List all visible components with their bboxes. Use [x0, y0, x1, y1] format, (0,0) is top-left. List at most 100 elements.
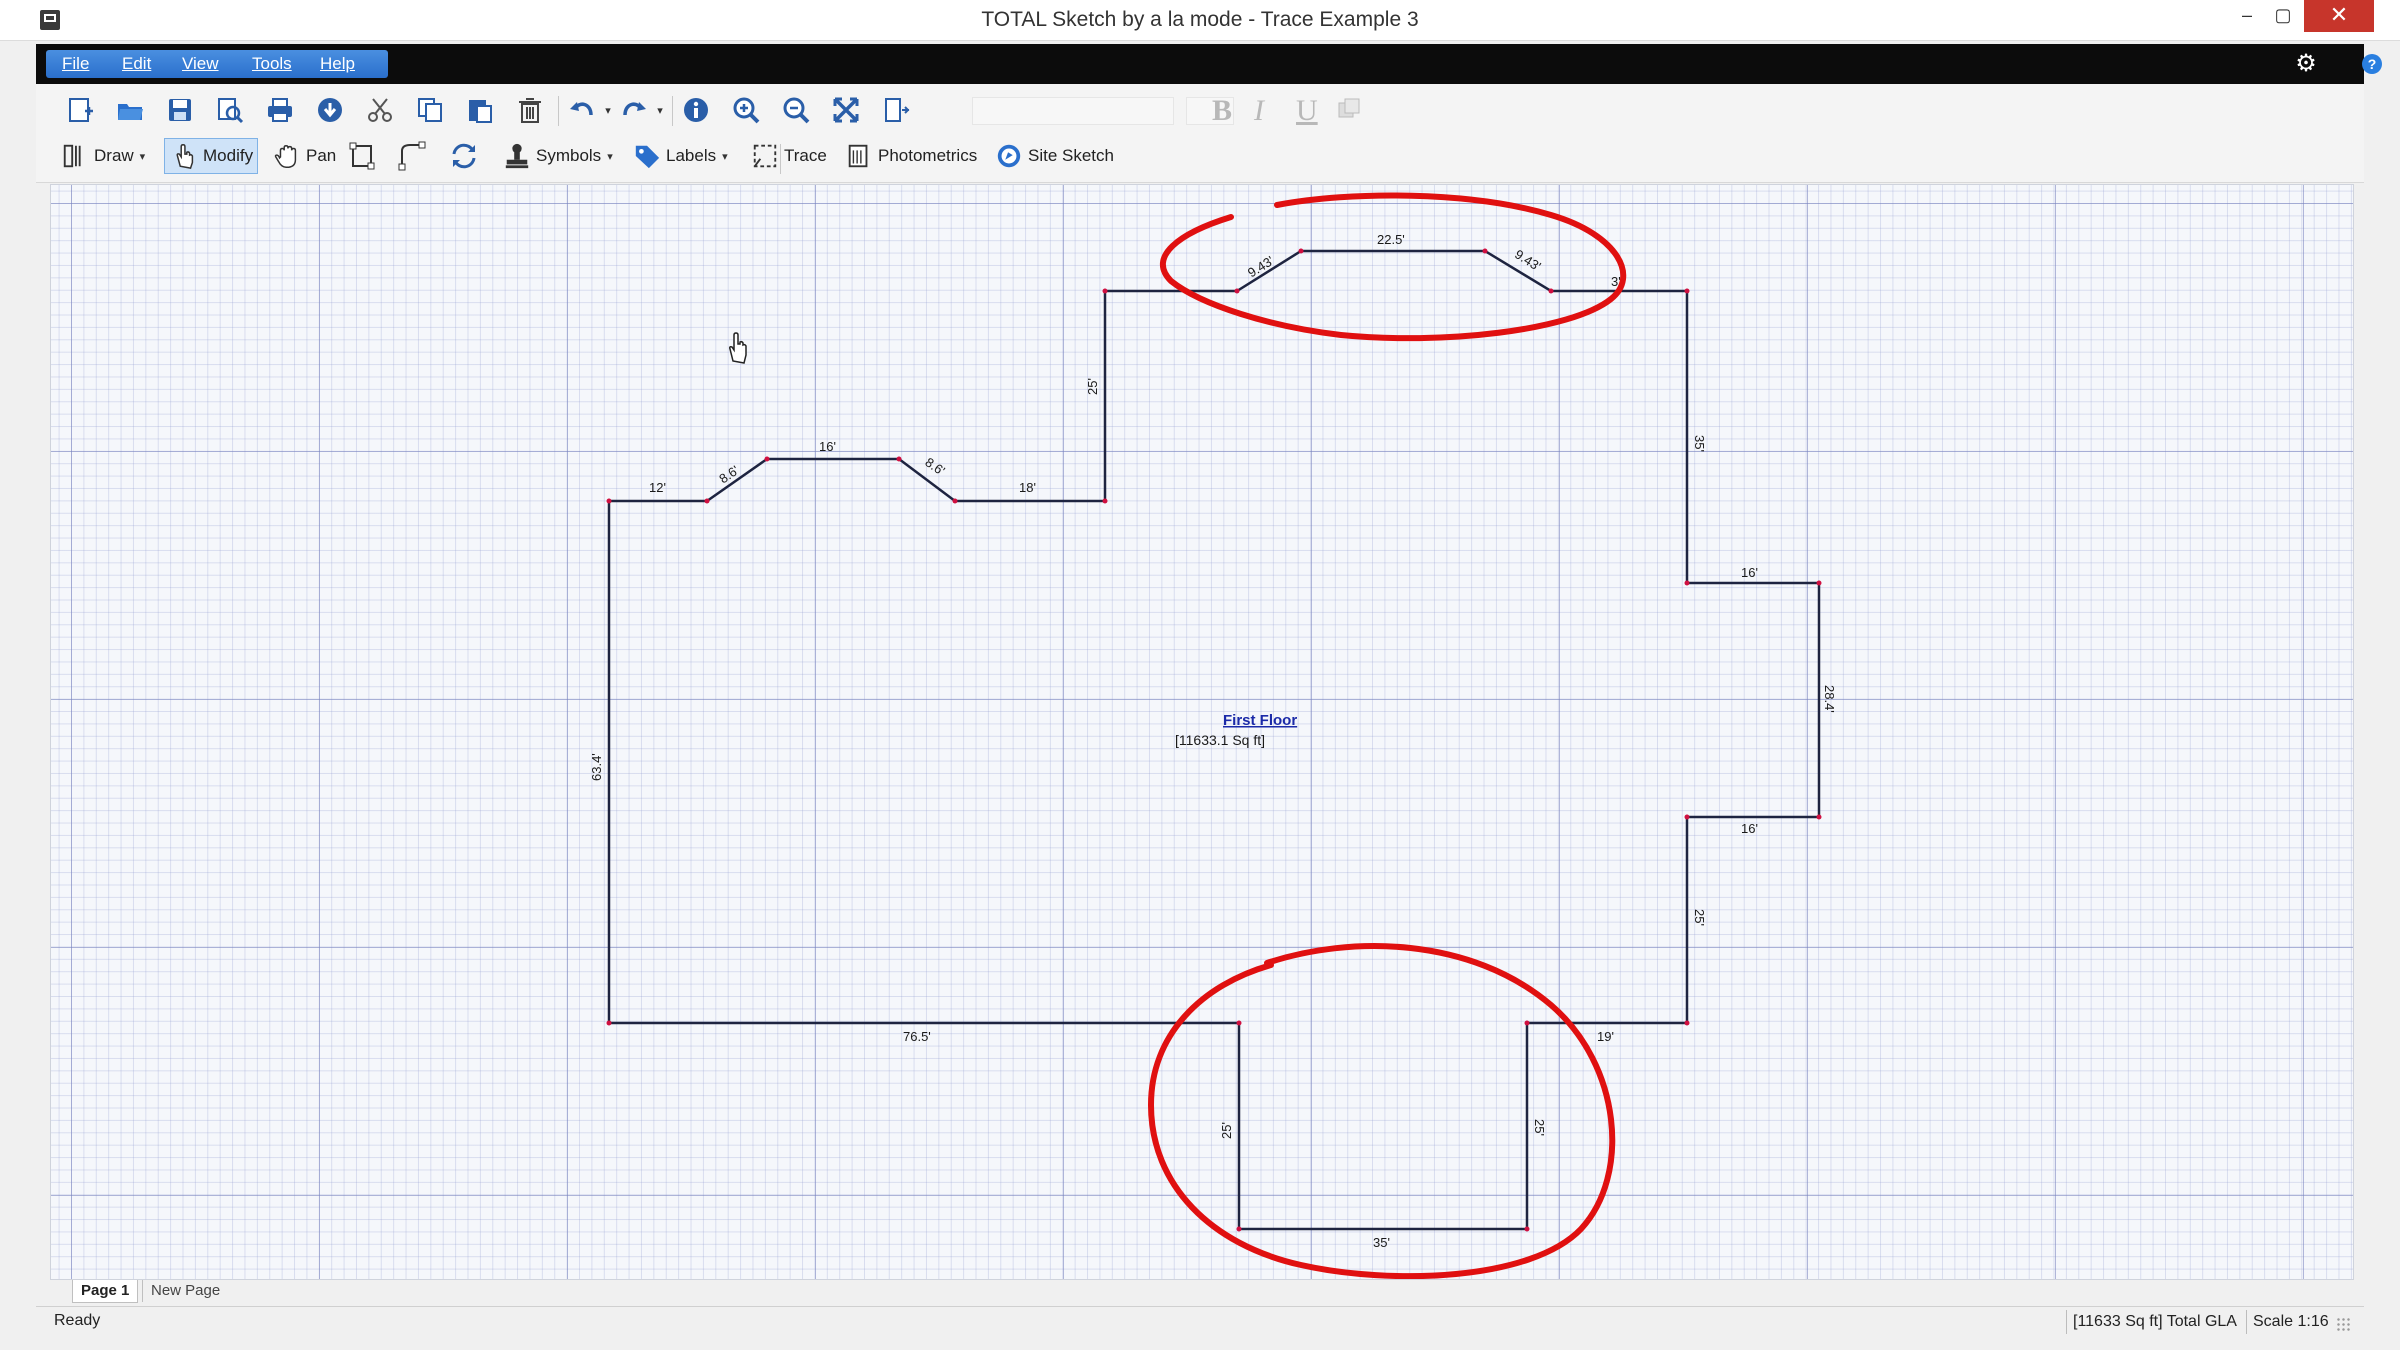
area-name-label[interactable]: First Floor — [1223, 712, 1297, 729]
trace-tool-button[interactable]: Trace — [750, 138, 827, 174]
dim-label[interactable]: 35' — [1692, 435, 1707, 452]
symbols-tool-button[interactable]: Symbols ▾ — [502, 138, 613, 174]
undo-dropdown-icon[interactable]: ▾ — [598, 92, 612, 128]
menu-view[interactable]: View — [182, 50, 219, 78]
dim-label[interactable]: 19' — [1597, 1029, 1614, 1044]
dim-label[interactable]: 35' — [1373, 1235, 1390, 1250]
dim-label[interactable]: 22.5' — [1377, 232, 1405, 247]
undo-icon[interactable] — [564, 92, 600, 128]
redo-icon[interactable] — [616, 92, 652, 128]
arc-tool-icon[interactable] — [394, 138, 430, 174]
labels-dropdown-icon[interactable]: ▾ — [722, 150, 728, 163]
bold-button[interactable]: B — [1212, 94, 1232, 128]
status-scale: Scale 1:16 — [2246, 1310, 2329, 1334]
dim-label[interactable]: 16' — [819, 439, 836, 454]
photometrics-tool-label: Photometrics — [878, 146, 978, 165]
fit-to-window-icon[interactable] — [828, 92, 864, 128]
dim-label[interactable]: 25' — [1085, 378, 1100, 395]
window-title: TOTAL Sketch by a la mode - Trace Exampl… — [981, 8, 1419, 31]
layer-order-icon[interactable] — [1332, 92, 1368, 128]
dim-label[interactable]: 25' — [1532, 1119, 1547, 1136]
cut-icon[interactable] — [362, 92, 398, 128]
page-tabs: Page 1 New Page — [50, 1280, 2352, 1303]
highlight-ellipse-bottom — [1147, 943, 1616, 1279]
pointer-hand-icon — [169, 141, 199, 171]
dim-label[interactable]: 16' — [1741, 565, 1758, 580]
settings-gear-icon[interactable]: ⚙ — [2292, 50, 2320, 78]
stamp-icon — [502, 141, 532, 171]
menu-help[interactable]: Help — [320, 50, 355, 78]
zoom-in-icon[interactable] — [728, 92, 764, 128]
area-size-label: [11633.1 Sq ft] — [1175, 732, 1265, 748]
dim-label[interactable]: 25' — [1692, 909, 1707, 926]
draw-dropdown-icon[interactable]: ▾ — [140, 150, 146, 163]
menu-file[interactable]: File — [62, 50, 89, 78]
dim-label[interactable]: 25' — [1219, 1122, 1234, 1139]
help-icon[interactable]: ? — [2362, 54, 2382, 74]
status-bar: Ready [11633 Sq ft] Total GLA Scale 1:16 — [36, 1306, 2364, 1337]
dim-label[interactable]: 8.6' — [716, 462, 741, 486]
site-sketch-tool-button[interactable]: Site Sketch — [994, 138, 1114, 174]
dim-label[interactable]: 76.5' — [903, 1029, 931, 1044]
photometrics-icon — [844, 141, 874, 171]
menu-tools[interactable]: Tools — [252, 50, 292, 78]
labels-tool-label: Labels — [666, 146, 717, 165]
resize-grip-icon[interactable] — [2336, 1317, 2350, 1331]
info-icon[interactable] — [678, 92, 714, 128]
dim-label[interactable]: 16' — [1741, 821, 1758, 836]
save-icon[interactable] — [162, 92, 198, 128]
paste-icon[interactable] — [462, 92, 498, 128]
status-text: Ready — [54, 1312, 101, 1329]
site-sketch-icon — [994, 141, 1024, 171]
dim-label[interactable]: 63.4' — [589, 753, 604, 781]
labels-tool-button[interactable]: Labels ▾ — [632, 138, 728, 174]
sketch-drawing: 12' 8.6' 16' 8.6' 18' 25' 9.43' 22.5' 9.… — [589, 192, 1837, 1279]
menu-edit[interactable]: Edit — [122, 50, 151, 78]
site-sketch-tool-label: Site Sketch — [1028, 146, 1114, 165]
symbols-dropdown-icon[interactable]: ▾ — [607, 150, 613, 163]
tab-page-1[interactable]: Page 1 — [72, 1280, 139, 1303]
tab-new-page[interactable]: New Page — [142, 1280, 228, 1302]
print-preview-icon[interactable] — [212, 92, 248, 128]
pan-tool-button[interactable]: Pan — [272, 138, 336, 174]
symbols-tool-label: Symbols — [536, 146, 602, 165]
rectangle-select-icon[interactable] — [344, 138, 380, 174]
highlight-ellipse-top — [1159, 192, 1627, 342]
modify-tool-button[interactable]: Modify — [164, 138, 259, 174]
dim-label[interactable]: 8.6' — [922, 454, 947, 478]
photometrics-tool-button[interactable]: Photometrics — [844, 138, 977, 174]
pan-hand-icon — [272, 141, 302, 171]
rotate-icon[interactable] — [446, 138, 482, 174]
title-bar: TOTAL Sketch by a la mode - Trace Exampl… — [0, 0, 2400, 41]
pan-tool-label: Pan — [306, 146, 337, 165]
delete-icon[interactable] — [512, 92, 548, 128]
dim-label[interactable]: 12' — [649, 480, 666, 495]
italic-button[interactable]: I — [1254, 94, 1264, 128]
status-gla: [11633 Sq ft] Total GLA — [2066, 1310, 2237, 1334]
modify-tool-label: Modify — [203, 146, 254, 165]
sketch-canvas[interactable]: 12' 8.6' 16' 8.6' 18' 25' 9.43' 22.5' 9.… — [50, 184, 2354, 1280]
dim-label[interactable]: 18' — [1019, 480, 1036, 495]
new-sketch-icon[interactable] — [62, 92, 98, 128]
zoom-out-icon[interactable] — [778, 92, 814, 128]
dim-label[interactable]: 28.4' — [1822, 685, 1837, 713]
print-icon[interactable] — [262, 92, 298, 128]
underline-button[interactable]: U — [1296, 94, 1318, 128]
trace-icon — [750, 141, 780, 171]
trace-tool-label: Trace — [784, 146, 827, 165]
font-name-combo[interactable] — [972, 97, 1174, 125]
download-icon[interactable] — [312, 92, 348, 128]
redo-dropdown-icon[interactable]: ▾ — [650, 92, 664, 128]
close-button[interactable]: ✕ — [2304, 0, 2374, 32]
draw-tool-button[interactable]: Draw ▾ — [60, 138, 145, 174]
app-window: TOTAL Sketch by a la mode - Trace Exampl… — [0, 0, 2400, 1350]
mouse-cursor-hand-icon — [729, 332, 747, 364]
toolbar-area: ▾ ▾ B I U Draw ▾ Modify Pan Symbols ▾ La… — [36, 84, 2364, 183]
menu-bar: File Edit View Tools Help ⚙ ? — [36, 44, 2382, 84]
page-width-icon[interactable] — [878, 92, 914, 128]
copy-icon[interactable] — [412, 92, 448, 128]
open-folder-icon[interactable] — [112, 92, 148, 128]
tag-icon — [632, 141, 662, 171]
draw-tool-label: Draw — [94, 146, 134, 165]
draw-icon — [60, 141, 90, 171]
